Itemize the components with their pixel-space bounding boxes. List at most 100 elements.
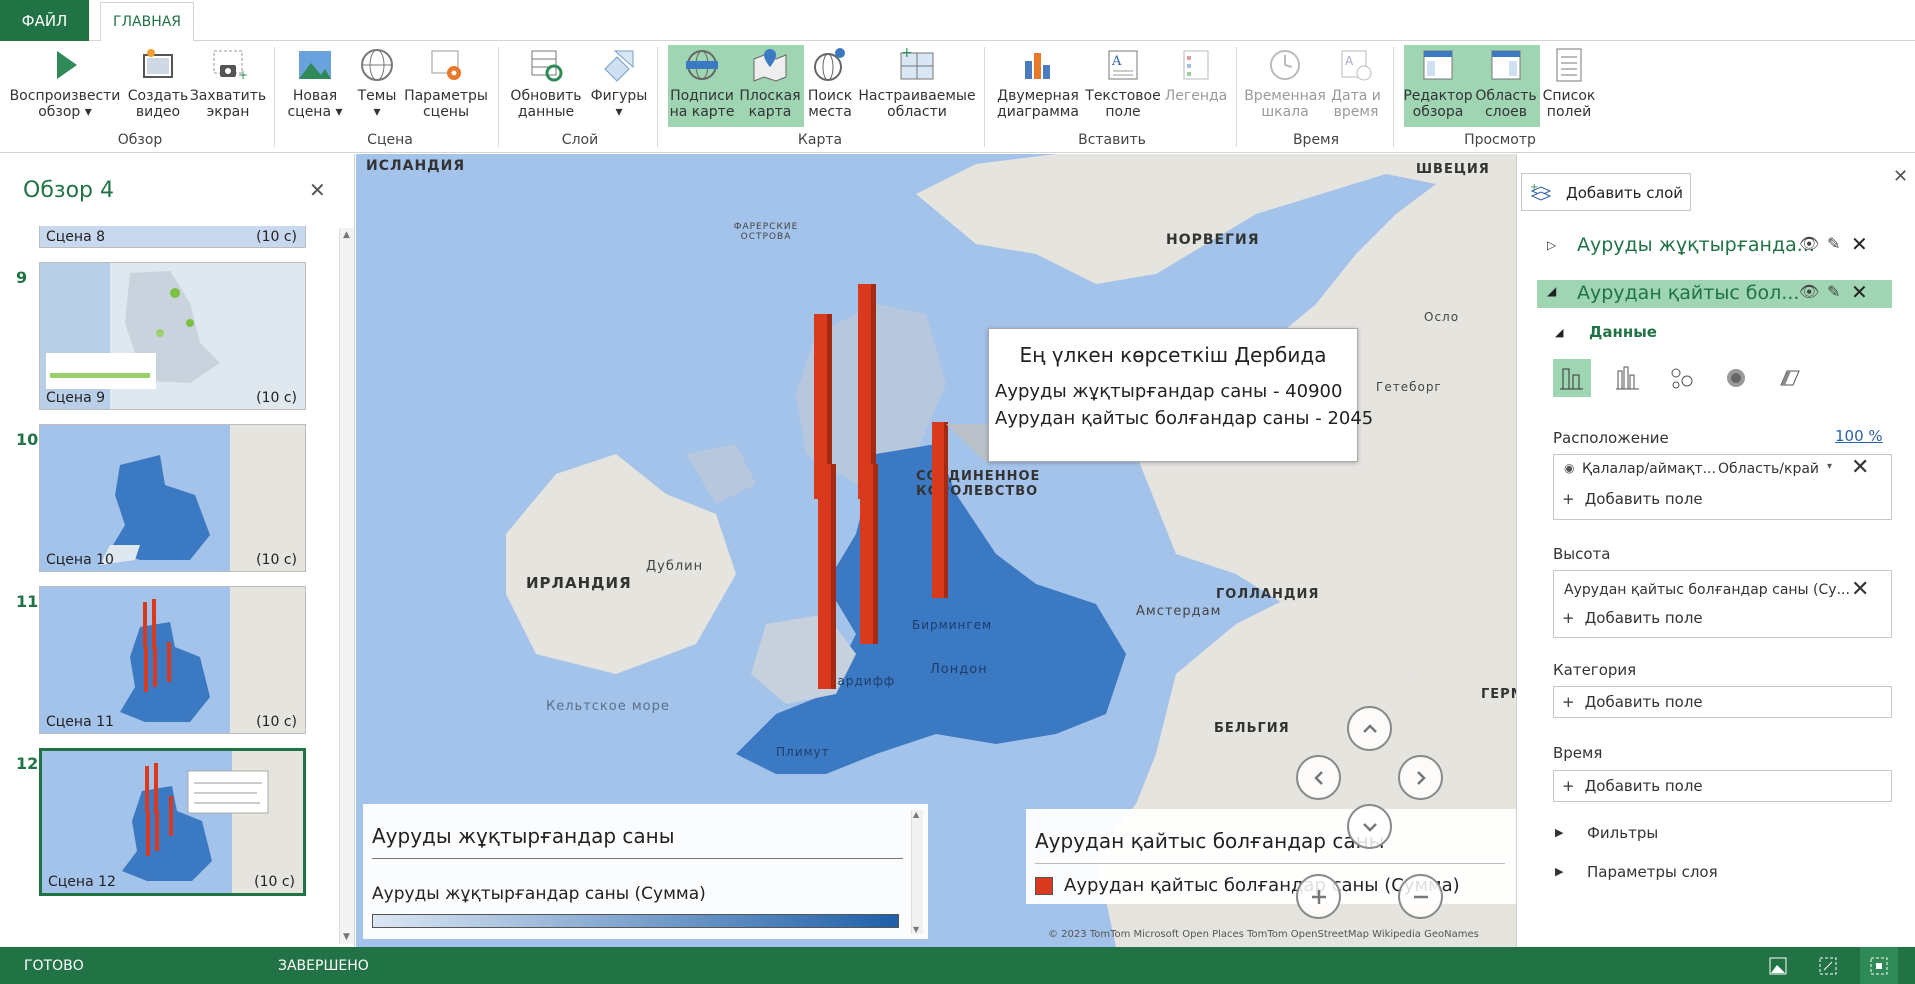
tour-title: Обзор 4 <box>23 178 114 203</box>
map-labels-button[interactable]: Подписи на карте <box>668 45 736 127</box>
chart-icon <box>1025 53 1050 79</box>
ribbon-separator <box>1393 47 1394 147</box>
legend-scrollbar[interactable]: ▲ ▼ <box>911 810 923 934</box>
chevron-down-icon[interactable]: ▾ <box>1827 461 1832 472</box>
viz-clustered-column-button[interactable] <box>1609 359 1647 397</box>
expand-arrow-icon[interactable]: ▷ <box>1547 238 1556 252</box>
legend-title: Ауруды жұқтырғандар саны <box>372 824 675 848</box>
themes-button[interactable]: Темы ▾ <box>350 45 404 127</box>
shapes-button[interactable]: Фигуры ▾ <box>590 45 648 127</box>
layer-pane: ✕ + Добавить слой ▷ Ауруды жұқтырғанда..… <box>1516 154 1915 947</box>
remove-field-icon[interactable]: ✕ <box>1851 455 1869 480</box>
expand-arrow-icon[interactable]: ▶ <box>1555 826 1563 839</box>
scene-thumbnail[interactable]: Сцена 8 (10 с) <box>39 226 306 248</box>
filters-section[interactable]: Фильтры <box>1587 824 1658 842</box>
scene-number: 12 <box>16 754 39 773</box>
camera-icon: + <box>213 50 248 82</box>
legend-deaths[interactable]: Аурудан қайтыс болғандар саны Аурудан қа… <box>1026 809 1516 904</box>
zoom-in-button[interactable] <box>1296 874 1341 919</box>
add-field-button[interactable]: + Добавить поле <box>1562 777 1703 795</box>
eye-icon[interactable]: 👁 <box>1799 234 1819 253</box>
layer-options-section[interactable]: Параметры слоя <box>1587 863 1718 881</box>
delete-layer-icon[interactable]: ✕ <box>1851 280 1868 304</box>
play-tour-button[interactable]: Воспроизвести обзор ▾ <box>10 45 120 127</box>
viz-bubble-button[interactable] <box>1663 359 1701 397</box>
scene-options-button[interactable]: Параметры сцены <box>404 45 488 127</box>
fit-screen-icon[interactable] <box>1818 956 1838 976</box>
date-time-button[interactable]: A Дата и время <box>1328 45 1384 127</box>
tab-home[interactable]: ГЛАВНАЯ <box>100 2 194 42</box>
data-bar[interactable] <box>860 464 878 644</box>
picture-icon[interactable] <box>1768 956 1788 976</box>
collapse-arrow-icon[interactable]: ◢ <box>1555 326 1563 339</box>
legend-gradient-bar <box>372 914 899 928</box>
layer-name[interactable]: Ауруды жұқтырғанда... <box>1577 234 1815 256</box>
collapse-arrow-icon[interactable]: ◢ <box>1547 284 1556 298</box>
height-field-name[interactable]: Аурудан қайтыс болғандар саны (Су... <box>1564 582 1854 598</box>
remove-field-icon[interactable]: ✕ <box>1851 577 1869 602</box>
globe-icon <box>361 49 393 81</box>
pencil-icon[interactable]: ✎ <box>1827 234 1840 253</box>
timeline-button[interactable]: Временная шкала <box>1244 45 1326 127</box>
custom-regions-button[interactable]: + Настраиваемые области <box>858 45 975 127</box>
location-type-select[interactable]: Область/край <box>1718 461 1819 477</box>
close-tour-panel-button[interactable]: ✕ <box>309 178 326 202</box>
layer-pane-button[interactable]: Область слоев <box>1472 45 1540 127</box>
legend-button[interactable]: Легенда <box>1164 45 1228 127</box>
tilt-up-button[interactable] <box>1347 706 1392 751</box>
radio-icon[interactable]: ◉ <box>1564 461 1574 475</box>
create-video-button[interactable]: Создать видео <box>128 45 188 127</box>
expand-arrow-icon[interactable]: ▶ <box>1555 865 1563 878</box>
heatmap-icon <box>1727 369 1745 387</box>
group-label-tour: Обзор <box>117 132 163 148</box>
text-box-button[interactable]: A Текстовое поле <box>1084 45 1162 127</box>
viz-region-button[interactable] <box>1771 359 1809 397</box>
rotate-right-button[interactable] <box>1398 755 1443 800</box>
scene-thumbnail[interactable]: Сцена 10 (10 с) <box>39 424 306 572</box>
location-field-name[interactable]: Қалалар/аймақт... <box>1582 461 1716 477</box>
category-field-box: + Добавить поле <box>1553 686 1892 718</box>
chevron-down-icon <box>1362 822 1377 832</box>
2d-chart-button[interactable]: Двумерная диаграмма <box>996 45 1080 127</box>
refresh-data-button[interactable]: Обновить данные <box>510 45 582 127</box>
tilt-down-button[interactable] <box>1347 804 1392 849</box>
add-field-button[interactable]: + Добавить поле <box>1562 693 1703 711</box>
location-match-percent[interactable]: 100 % <box>1835 427 1883 445</box>
new-scene-button[interactable]: Новая сцена ▾ <box>287 45 343 127</box>
full-screen-button[interactable] <box>1860 947 1898 984</box>
new-scene-icon <box>299 51 331 79</box>
tab-file[interactable]: ФАЙЛ <box>0 0 89 41</box>
data-section-header[interactable]: Данные <box>1589 323 1657 341</box>
clustered-column-icon <box>1616 366 1639 390</box>
svg-text:+: + <box>901 45 913 61</box>
svg-text:+: + <box>1530 182 1538 193</box>
capture-screen-button[interactable]: + Захватить экран <box>190 45 266 127</box>
add-field-button[interactable]: + Добавить поле <box>1562 490 1703 508</box>
legend-infected[interactable]: Ауруды жұқтырғандар саны Ауруды жұқтырға… <box>363 804 928 939</box>
tour-editor-button[interactable]: Редактор обзора <box>1403 45 1473 127</box>
pencil-icon[interactable]: ✎ <box>1827 282 1840 301</box>
scene-thumbnail[interactable]: Сцена 11 (10 с) <box>39 586 306 734</box>
layer-name[interactable]: Аурудан қайтыс бол... <box>1577 282 1799 304</box>
map-annotation-callout[interactable]: Ең үлкен көрсеткіш Дербида Ауруды жұқтыр… <box>988 328 1373 462</box>
scene-thumbnail[interactable]: Сцена 9 (10 с) <box>39 262 306 410</box>
scene-thumbnail-selected[interactable]: Сцена 12 (10 с) <box>39 748 306 896</box>
flat-map-button[interactable]: Плоская карта <box>736 45 804 127</box>
eye-icon[interactable]: 👁 <box>1799 282 1819 301</box>
data-bar[interactable] <box>818 464 836 689</box>
viz-stacked-column-button[interactable] <box>1553 359 1591 397</box>
find-location-button[interactable]: Поиск места <box>804 45 856 127</box>
tour-editor-panel: Обзор 4 ✕ Сцена 8 (10 с) 9 Сцена 9 (10 с… <box>0 154 355 947</box>
viz-heatmap-button[interactable] <box>1717 359 1755 397</box>
plus-icon: + <box>1562 490 1575 508</box>
3d-map-view[interactable]: ИСЛАНДИЯ ФАРЕРСКИЕ ОСТРОВА НОРВЕГИЯ ШВЕЦ… <box>356 154 1516 947</box>
add-layer-button[interactable]: + Добавить слой <box>1521 173 1691 211</box>
field-list-button[interactable]: Список полей <box>1542 45 1596 127</box>
tour-panel-scrollbar[interactable]: ▲ ▼ <box>339 228 354 944</box>
close-layer-pane-button[interactable]: ✕ <box>1893 166 1908 187</box>
delete-layer-icon[interactable]: ✕ <box>1851 232 1868 256</box>
zoom-out-button[interactable] <box>1398 874 1443 919</box>
rotate-left-button[interactable] <box>1296 755 1341 800</box>
add-field-button[interactable]: + Добавить поле <box>1562 609 1703 627</box>
data-bar[interactable] <box>932 422 948 598</box>
